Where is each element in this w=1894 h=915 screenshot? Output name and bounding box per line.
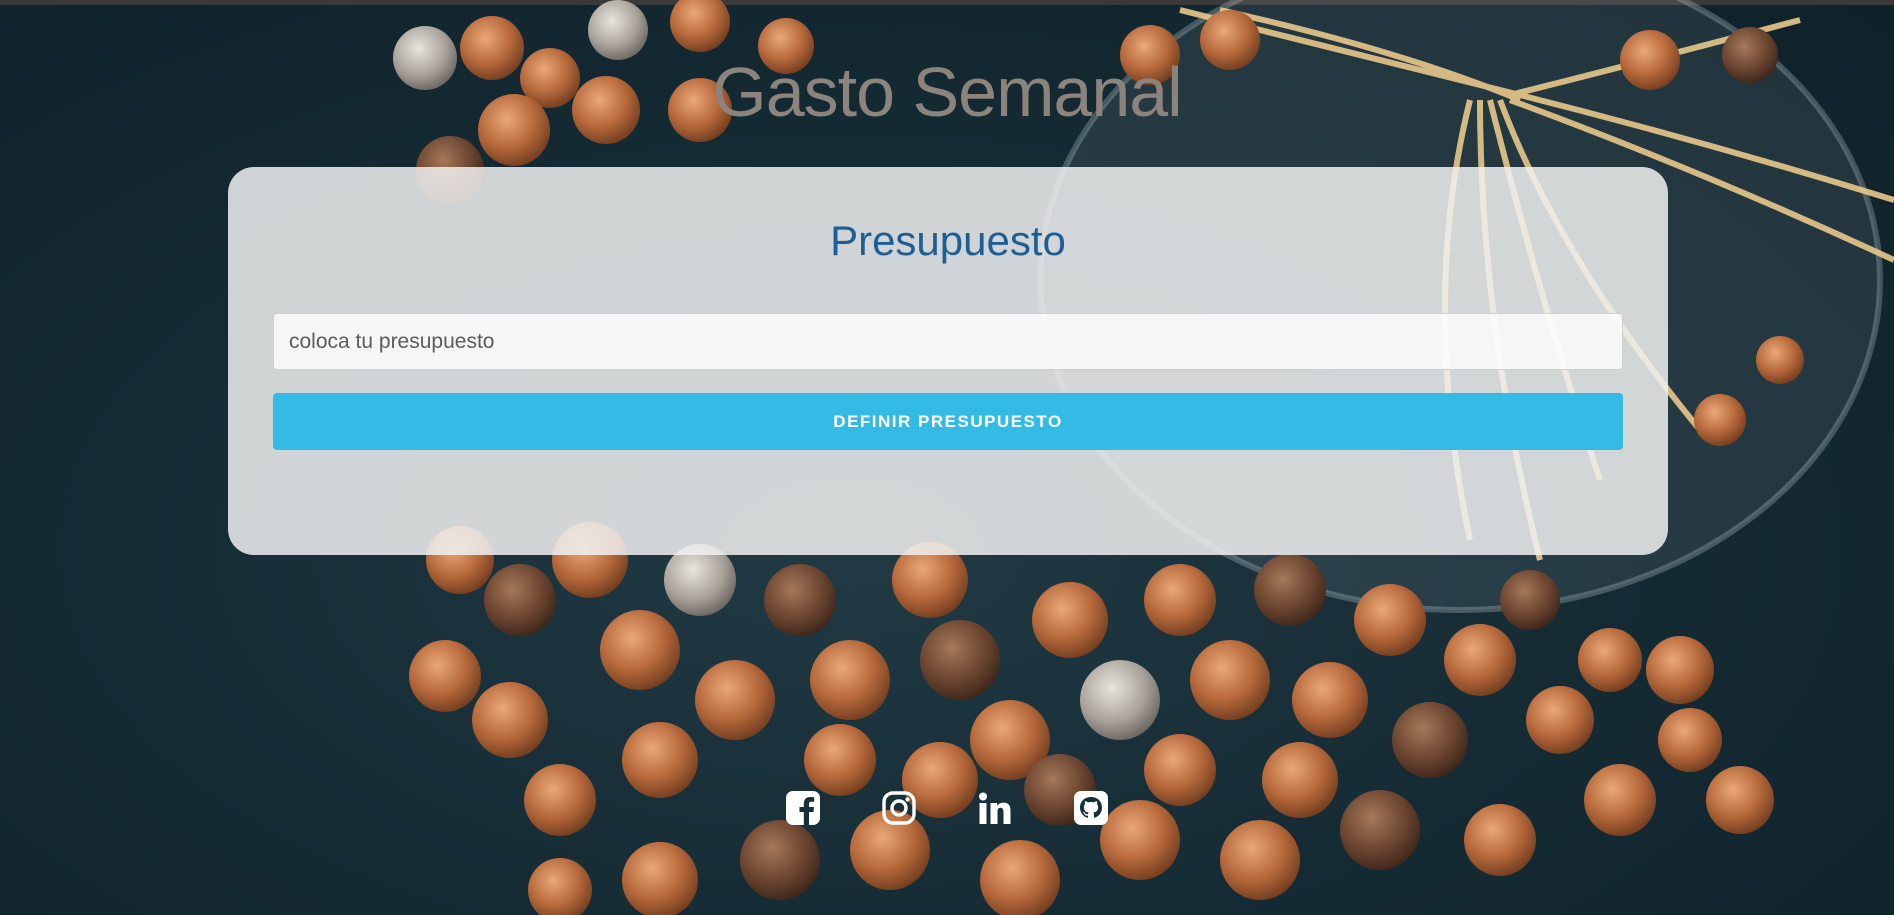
linkedin-icon	[979, 792, 1011, 824]
instagram-link[interactable]	[881, 790, 917, 826]
page: Gasto Semanal Presupuesto DEFINIR PRESUP…	[0, 0, 1894, 915]
facebook-icon	[786, 791, 820, 825]
budget-card: Presupuesto DEFINIR PRESUPUESTO	[228, 167, 1668, 555]
define-budget-button[interactable]: DEFINIR PRESUPUESTO	[273, 393, 1623, 450]
github-icon	[1074, 791, 1108, 825]
linkedin-link[interactable]	[977, 790, 1013, 826]
budget-title: Presupuesto	[830, 217, 1066, 264]
facebook-link[interactable]	[785, 790, 821, 826]
budget-input[interactable]	[273, 313, 1623, 370]
page-title: Gasto Semanal	[712, 53, 1182, 131]
social-links	[0, 790, 1894, 830]
instagram-icon	[882, 791, 916, 825]
github-link[interactable]	[1073, 790, 1109, 826]
